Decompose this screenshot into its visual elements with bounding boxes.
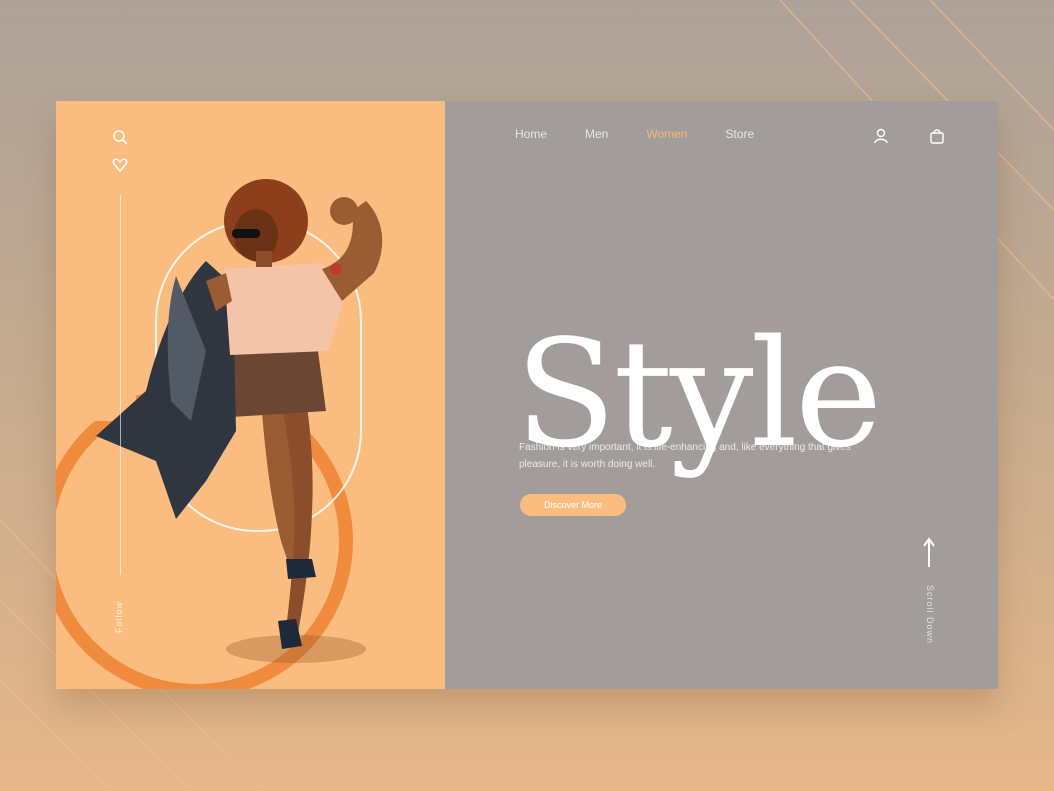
shopping-bag-icon[interactable] [928, 127, 946, 145]
follow-label[interactable]: Follow [114, 601, 124, 633]
arrow-up-icon[interactable] [923, 537, 935, 572]
heart-icon[interactable] [112, 157, 128, 178]
user-icon[interactable] [872, 127, 890, 145]
nav-item-home[interactable]: Home [515, 127, 547, 141]
nav-item-men[interactable]: Men [585, 127, 608, 141]
nav-item-women[interactable]: Women [646, 127, 687, 141]
landing-card: Follow Home Men Women Store Style Fashio… [56, 101, 998, 689]
content-panel: Home Men Women Store Style Fashion is ve… [445, 101, 998, 689]
left-rail: Follow [106, 125, 136, 645]
discover-more-button[interactable]: Discover More [520, 494, 626, 516]
rail-divider [120, 195, 121, 575]
scroll-down-label[interactable]: Scroll Down [925, 585, 935, 644]
search-icon[interactable] [112, 129, 128, 150]
header-actions [872, 127, 946, 145]
hero-image-panel: Follow [56, 101, 445, 689]
hero-description: Fashion is very important, it is life-en… [519, 442, 851, 470]
main-navigation: Home Men Women Store [515, 127, 754, 141]
nav-item-store[interactable]: Store [726, 127, 755, 141]
